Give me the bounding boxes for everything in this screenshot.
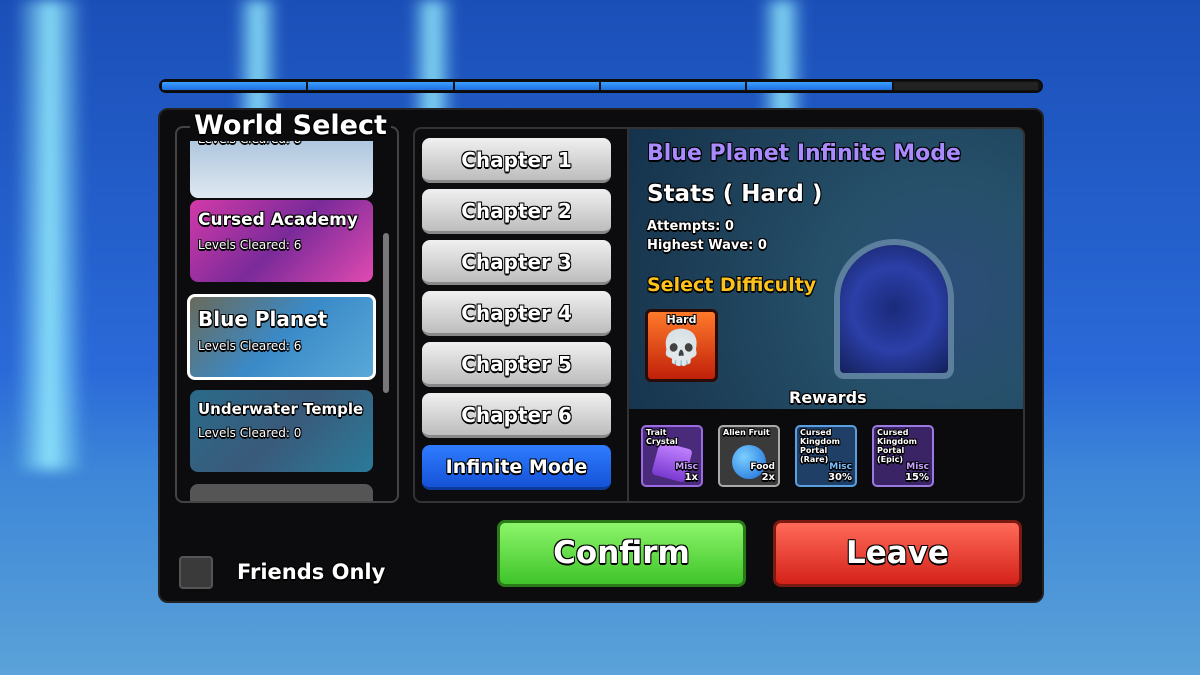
- chapter-2-button[interactable]: Chapter 2: [422, 189, 611, 234]
- light-beam: [15, 0, 85, 470]
- highest-wave: Highest Wave: 0: [647, 238, 767, 253]
- chapter-1-button[interactable]: Chapter 1: [422, 138, 611, 183]
- reward-trait-crystal[interactable]: Trait Crystal Misc 1x: [641, 425, 703, 487]
- difficulty-label: Hard: [666, 313, 697, 326]
- world-list[interactable]: Levels Cleared: 8 Cursed Academy Levels …: [175, 126, 399, 503]
- friends-only-label: Friends Only: [237, 560, 386, 584]
- levels-cleared: Levels Cleared: 6: [198, 238, 302, 252]
- flaming-skull-icon: 💀: [660, 328, 703, 368]
- rewards-row: Trait Crystal Misc 1x Alien Fruit Food 2…: [629, 409, 1023, 501]
- world-name: Blue Planet: [198, 307, 328, 331]
- world-card[interactable]: [190, 484, 373, 501]
- chapter-4-button[interactable]: Chapter 4: [422, 291, 611, 336]
- world-card-cursed-academy[interactable]: Cursed Academy Levels Cleared: 6: [190, 200, 373, 282]
- chapter-list: Chapter 1 Chapter 2 Chapter 3 Chapter 4 …: [413, 127, 627, 503]
- portal-image: [834, 239, 954, 379]
- levels-cleared: Levels Cleared: 0: [198, 426, 302, 440]
- chapter-6-button[interactable]: Chapter 6: [422, 393, 611, 438]
- confirm-button[interactable]: Confirm: [497, 520, 746, 587]
- rewards-label: Rewards: [789, 388, 867, 407]
- mode-title: Blue Planet Infinite Mode: [647, 141, 961, 166]
- chapter-5-button[interactable]: Chapter 5: [422, 342, 611, 387]
- reward-portal-epic[interactable]: Cursed Kingdom Portal (Epic) Misc 15%: [872, 425, 934, 487]
- friends-only-checkbox[interactable]: [179, 556, 213, 589]
- progress-bar: [159, 79, 1043, 93]
- world-name: Cursed Academy: [198, 210, 358, 230]
- reward-portal-rare[interactable]: Cursed Kingdom Portal (Rare) Misc 30%: [795, 425, 857, 487]
- chapter-3-button[interactable]: Chapter 3: [422, 240, 611, 285]
- mode-detail-panel: Blue Planet Infinite Mode Stats ( Hard )…: [627, 127, 1025, 503]
- world-card-underwater-temple[interactable]: Underwater Temple Levels Cleared: 0: [190, 390, 373, 472]
- attempts: Attempts: 0: [647, 219, 734, 234]
- leave-button[interactable]: Leave: [773, 520, 1022, 587]
- select-difficulty-label: Select Difficulty: [647, 274, 817, 296]
- world-select-title: World Select: [190, 110, 391, 141]
- reward-alien-fruit[interactable]: Alien Fruit Food 2x: [718, 425, 780, 487]
- world-card-blue-planet[interactable]: Blue Planet Levels Cleared: 6: [187, 294, 376, 380]
- world-name: Underwater Temple: [198, 400, 364, 418]
- scrollbar[interactable]: [383, 233, 389, 393]
- stats-heading: Stats ( Hard ): [647, 181, 823, 207]
- infinite-mode-button[interactable]: Infinite Mode: [422, 445, 611, 490]
- difficulty-hard-button[interactable]: Hard 💀: [645, 309, 718, 382]
- levels-cleared: Levels Cleared: 6: [198, 339, 302, 353]
